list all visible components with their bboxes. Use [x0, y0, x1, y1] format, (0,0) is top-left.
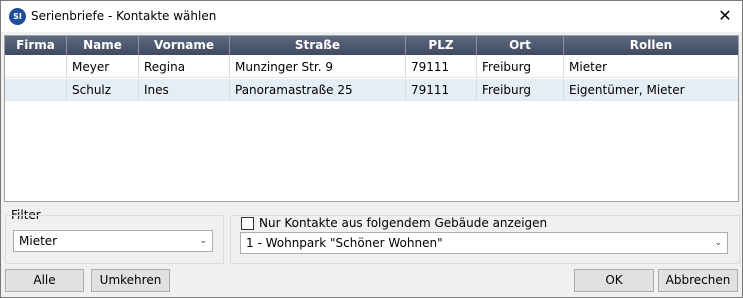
- building-selected-value: 1 - Wohnpark "Schöner Wohnen": [246, 236, 443, 250]
- cell-strasse: Munzinger Str. 9: [230, 56, 406, 78]
- column-header-strasse[interactable]: Straße: [230, 36, 406, 55]
- chevron-down-icon: ⌄: [714, 238, 722, 248]
- column-header-plz[interactable]: PLZ: [406, 36, 477, 55]
- title-bar: SI Serienbriefe - Kontakte wählen ✕: [1, 1, 742, 32]
- cell-vorname: Ines: [139, 79, 230, 101]
- cell-rollen: Mieter: [564, 56, 738, 78]
- contacts-table: Firma Name Vorname Straße PLZ Ort Rollen…: [4, 35, 739, 202]
- app-icon: SI: [9, 8, 26, 25]
- cell-plz: 79111: [406, 56, 477, 78]
- cell-firma: [5, 79, 67, 101]
- cell-name: Schulz: [67, 79, 139, 101]
- cell-rollen: Eigentümer, Mieter: [564, 79, 738, 101]
- building-filter-checkbox[interactable]: [241, 217, 254, 230]
- filter-select[interactable]: Mieter ⌄: [13, 230, 213, 252]
- window-title: Serienbriefe - Kontakte wählen: [31, 9, 217, 23]
- cell-ort: Freiburg: [477, 56, 564, 78]
- filter-selected-value: Mieter: [19, 234, 58, 248]
- cell-plz: 79111: [406, 79, 477, 101]
- building-filter-label: Nur Kontakte aus folgendem Gebäude anzei…: [259, 216, 548, 230]
- cell-name: Meyer: [67, 56, 139, 78]
- cell-strasse: Panoramastraße 25: [230, 79, 406, 101]
- cell-ort: Freiburg: [477, 79, 564, 101]
- cell-firma: [5, 56, 67, 78]
- column-header-firma[interactable]: Firma: [5, 36, 67, 55]
- select-all-button[interactable]: Alle: [5, 269, 84, 292]
- invert-selection-button[interactable]: Umkehren: [91, 269, 170, 292]
- table-header: Firma Name Vorname Straße PLZ Ort Rollen: [5, 36, 738, 55]
- cancel-button[interactable]: Abbrechen: [658, 269, 738, 292]
- column-header-name[interactable]: Name: [67, 36, 139, 55]
- dialog-window: SI Serienbriefe - Kontakte wählen ✕ Firm…: [0, 0, 743, 298]
- close-icon[interactable]: ✕: [713, 5, 737, 27]
- ok-button[interactable]: OK: [574, 269, 654, 292]
- cell-vorname: Regina: [139, 56, 230, 78]
- table-row[interactable]: Schulz Ines Panoramastraße 25 79111 Frei…: [5, 79, 738, 101]
- column-header-ort[interactable]: Ort: [477, 36, 564, 55]
- building-select[interactable]: 1 - Wohnpark "Schöner Wohnen" ⌄: [240, 232, 728, 254]
- table-row[interactable]: Meyer Regina Munzinger Str. 9 79111 Frei…: [5, 56, 738, 78]
- column-header-rollen[interactable]: Rollen: [564, 36, 738, 55]
- column-header-vorname[interactable]: Vorname: [139, 36, 230, 55]
- chevron-down-icon: ⌄: [199, 236, 207, 246]
